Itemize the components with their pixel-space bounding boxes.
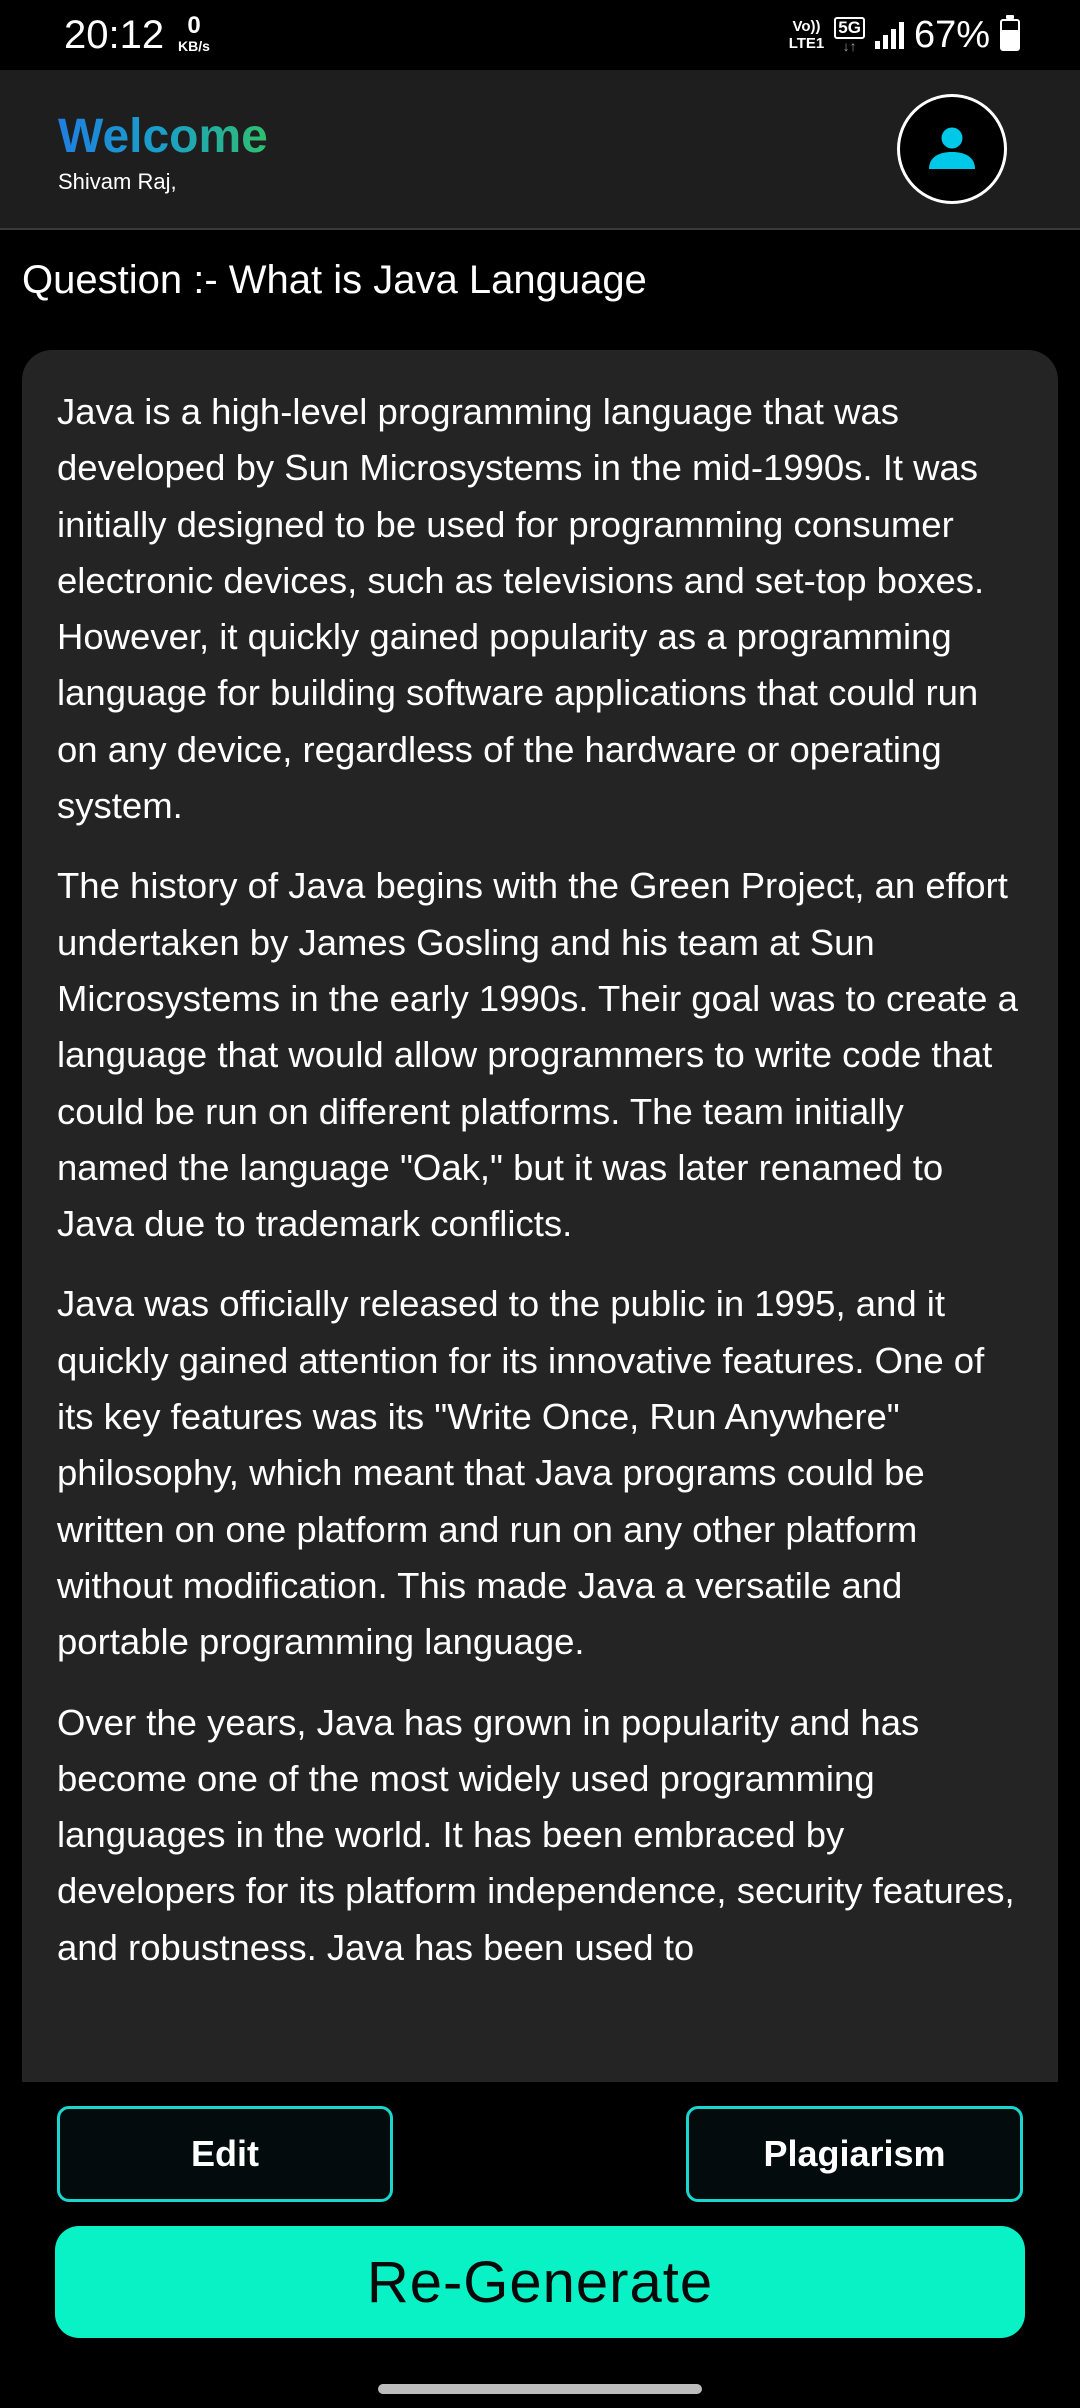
edit-button[interactable]: Edit (57, 2106, 393, 2202)
battery-percent: 67% (913, 14, 990, 56)
app-screen: 20:12 0 KB/s Vo)) LTE1 5G ↓↑ 67% Welcome… (0, 0, 1080, 2408)
answer-paragraph: Java is a high-level programming languag… (57, 391, 985, 827)
network-speed-unit: KB/s (178, 38, 210, 54)
welcome-title: Welcome (58, 108, 268, 166)
answer-paragraph: Java was officially released to the publ… (57, 1283, 985, 1663)
profile-button[interactable] (897, 94, 1007, 204)
app-header: Welcome Shivam Raj, (0, 70, 1080, 230)
5g-badge: 5G (834, 17, 865, 39)
volte-indicator: Vo)) LTE1 (789, 18, 825, 52)
answer-paragraph: The history of Java begins with the Gree… (57, 865, 1018, 1245)
answer-paragraph: Over the years, Java has grown in popula… (57, 1701, 1015, 1968)
username-label: Shivam Raj, (58, 169, 177, 194)
question-text: Question :- What is Java Language (22, 258, 647, 302)
user-icon (929, 127, 975, 169)
status-time: 20:12 (64, 13, 165, 57)
regenerate-button[interactable]: Re-Generate (55, 2226, 1025, 2338)
network-speed-value: 0 (187, 12, 201, 39)
battery-icon (1000, 15, 1020, 51)
network-speed: 0 KB/s (172, 12, 216, 55)
answer-card[interactable]: Java is a high-level programming languag… (22, 350, 1058, 2082)
lte-label: LTE1 (788, 35, 825, 52)
data-arrows-icon: ↓↑ (842, 38, 857, 54)
status-bar: 20:12 0 KB/s Vo)) LTE1 5G ↓↑ 67% (0, 0, 1080, 70)
plagiarism-button[interactable]: Plagiarism (686, 2106, 1023, 2202)
volte-label: Vo)) (792, 18, 821, 35)
signal-icon (874, 21, 904, 49)
status-indicators: Vo)) LTE1 5G ↓↑ 67% (789, 12, 1020, 58)
5g-indicator: 5G ↓↑ (834, 17, 865, 53)
home-indicator[interactable] (378, 2384, 702, 2394)
